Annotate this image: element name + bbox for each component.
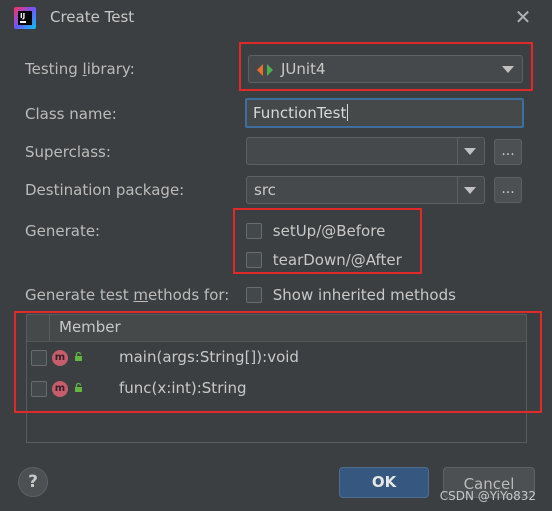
intellij-app-icon: IJ bbox=[14, 7, 36, 29]
ok-button[interactable]: OK bbox=[339, 467, 429, 498]
chevron-down-icon bbox=[502, 66, 514, 73]
testing-library-label: Testing library: bbox=[25, 60, 135, 78]
generate-label: Generate: bbox=[25, 222, 101, 240]
superclass-combo[interactable] bbox=[246, 137, 485, 165]
window-title: Create Test bbox=[50, 8, 135, 26]
superclass-browse-button[interactable]: ... bbox=[494, 139, 522, 165]
setup-checkbox[interactable] bbox=[246, 223, 262, 239]
destination-package-combo[interactable]: src bbox=[246, 176, 485, 204]
setup-option-label: setUp/@Before bbox=[272, 222, 386, 240]
setup-option[interactable]: setUp/@Before bbox=[246, 222, 385, 240]
show-inherited-option[interactable]: Show inherited methods bbox=[246, 286, 456, 304]
junit-icon bbox=[257, 64, 273, 76]
superclass-label: Superclass: bbox=[25, 143, 111, 161]
watermark: CSDN @YiYo832 bbox=[439, 489, 536, 503]
combo-divider bbox=[457, 177, 458, 203]
text-caret bbox=[347, 104, 349, 121]
teardown-option-label: tearDown/@After bbox=[272, 251, 402, 269]
show-inherited-label: Show inherited methods bbox=[272, 286, 456, 304]
teardown-option[interactable]: tearDown/@After bbox=[246, 251, 402, 269]
show-inherited-checkbox[interactable] bbox=[246, 287, 262, 303]
title-bar: IJ Create Test ✕ bbox=[0, 0, 552, 36]
testing-library-value: JUnit4 bbox=[281, 60, 326, 78]
class-name-value: FunctionTest bbox=[253, 104, 347, 122]
class-name-label: Class name: bbox=[25, 105, 117, 123]
chevron-down-icon bbox=[464, 187, 476, 194]
chevron-down-icon bbox=[464, 148, 476, 155]
help-button[interactable]: ? bbox=[18, 467, 48, 497]
svg-text:IJ: IJ bbox=[20, 12, 25, 20]
destination-package-value: src bbox=[254, 181, 276, 199]
highlight-methods-table bbox=[14, 311, 542, 413]
close-icon[interactable]: ✕ bbox=[512, 6, 534, 28]
teardown-checkbox[interactable] bbox=[246, 252, 262, 268]
methods-for-label: Generate test methods for: bbox=[25, 286, 230, 304]
testing-library-combo[interactable]: JUnit4 bbox=[248, 55, 523, 83]
destination-package-label: Destination package: bbox=[25, 181, 185, 199]
destination-package-browse-button[interactable]: ... bbox=[494, 177, 522, 203]
combo-divider bbox=[457, 138, 458, 164]
class-name-input[interactable]: FunctionTest bbox=[245, 98, 524, 128]
